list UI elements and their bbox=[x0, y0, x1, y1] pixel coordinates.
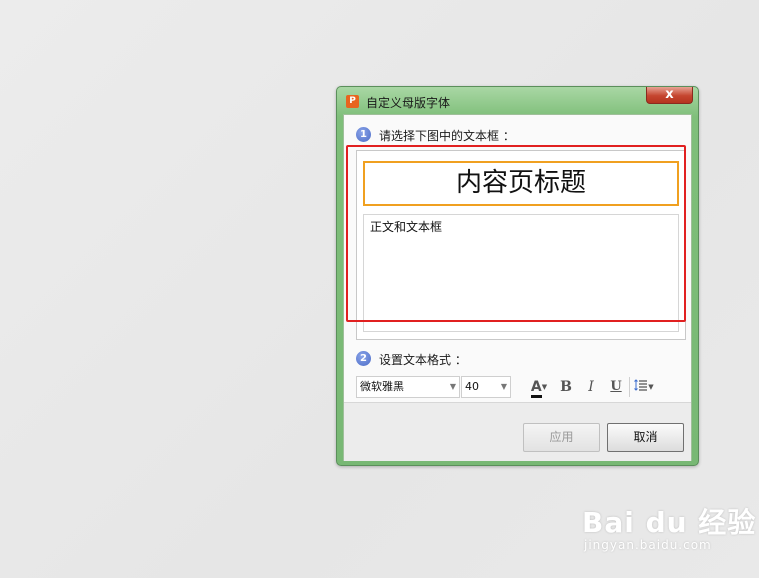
chevron-down-icon: ▼ bbox=[541, 382, 548, 391]
font-size-value: 40 bbox=[465, 380, 479, 393]
font-size-select[interactable]: 40 ▼ bbox=[461, 376, 511, 398]
step-1-badge: 1 bbox=[356, 127, 371, 142]
red-highlight-annotation bbox=[346, 145, 686, 322]
font-family-select[interactable]: 微软雅黑 ▼ bbox=[356, 376, 460, 398]
apply-button[interactable]: 应用 bbox=[523, 423, 600, 452]
watermark-logo-text: Bai du 经验 bbox=[582, 506, 757, 539]
bold-button[interactable]: B bbox=[556, 377, 576, 397]
wps-presentation-icon: P bbox=[346, 95, 359, 108]
cancel-button[interactable]: 取消 bbox=[607, 423, 684, 452]
font-color-button[interactable]: A▼ bbox=[524, 377, 554, 398]
baidu-jingyan-watermark: Bai du 经验 jingyan.baidu.com bbox=[582, 506, 757, 553]
chevron-down-icon: ▼ bbox=[449, 382, 456, 391]
dialog-title: 自定义母版字体 bbox=[366, 96, 451, 110]
step-2-label: 设置文本格式 ： bbox=[379, 353, 467, 367]
step-2-badge: 2 bbox=[356, 351, 371, 366]
chevron-down-icon: ▼ bbox=[648, 382, 654, 391]
underline-button[interactable]: U bbox=[606, 377, 626, 397]
close-button[interactable]: x bbox=[646, 87, 693, 104]
line-spacing-icon bbox=[634, 379, 648, 391]
chevron-down-icon: ▼ bbox=[500, 382, 507, 391]
line-spacing-button[interactable]: ▼ bbox=[629, 377, 658, 397]
font-family-value: 微软雅黑 bbox=[360, 380, 404, 393]
dialog-footer: 应用 取消 bbox=[344, 402, 691, 461]
italic-button[interactable]: I bbox=[581, 377, 601, 397]
font-color-icon: A bbox=[530, 380, 542, 398]
step-1-label: 请选择下图中的文本框 ： bbox=[379, 129, 515, 143]
watermark-url: jingyan.baidu.com bbox=[584, 538, 712, 552]
title-bar[interactable]: P 自定义母版字体 x bbox=[337, 87, 698, 113]
